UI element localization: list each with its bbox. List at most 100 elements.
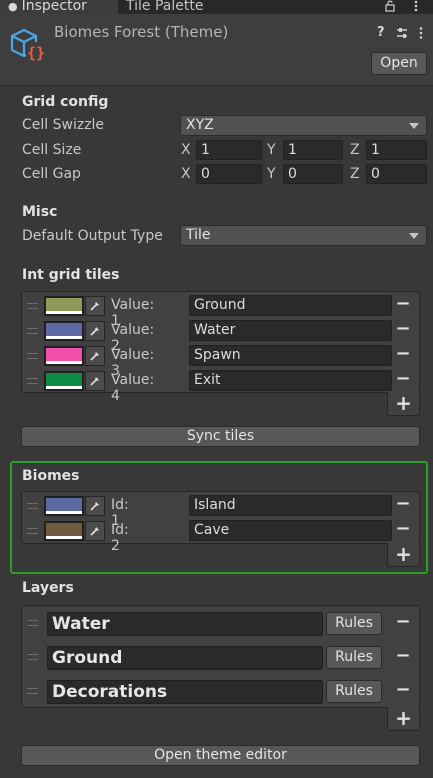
int-grid-tile-drag-handle-icon[interactable] [27, 303, 38, 309]
misc-title: Misc [22, 204, 58, 220]
cell-gap-x-field[interactable]: 0 [196, 164, 262, 184]
int-grid-tile-color-field[interactable] [44, 346, 84, 366]
biome-name-field[interactable]: Cave [189, 520, 392, 541]
layer-rules-button[interactable]: Rules [326, 646, 382, 669]
default-output-type-label: Default Output Type [22, 228, 163, 244]
biome-name-field[interactable]: Island [189, 495, 392, 516]
default-output-type-dropdown[interactable]: Tile [180, 225, 427, 246]
cell-gap-label: Cell Gap [22, 166, 81, 182]
eyedropper-icon[interactable] [85, 296, 105, 316]
cell-gap-y-label: Y [267, 166, 276, 182]
tab-tile-palette-label: Tile Palette [126, 0, 204, 14]
eyedropper-icon[interactable] [85, 321, 105, 341]
int-grid-tile-drag-handle-icon[interactable] [27, 328, 38, 334]
biome-color-field[interactable] [44, 496, 84, 516]
eyedropper-icon[interactable] [85, 371, 105, 391]
layer-drag-handle-icon[interactable] [27, 688, 38, 694]
eyedropper-icon[interactable] [85, 521, 105, 541]
int-grid-tile-color-swatch [46, 298, 82, 311]
asset-title: Biomes Forest (Theme) [54, 23, 229, 41]
cell-size-y-label: Y [267, 142, 276, 158]
layer-rules-button[interactable]: Rules [326, 680, 382, 703]
cell-size-z-label: Z [350, 142, 360, 158]
layer-name-field[interactable]: Decorations [47, 680, 323, 704]
int-grid-tile-name-field[interactable]: Ground [189, 295, 392, 316]
int-grid-tile-alpha-bar [46, 386, 82, 389]
int-grid-tile-remove-button[interactable]: − [395, 320, 411, 340]
chevron-down-icon [409, 123, 419, 129]
cell-swizzle-dropdown[interactable]: XYZ [180, 115, 427, 136]
layer-remove-button[interactable]: − [395, 681, 411, 701]
layer-name-field[interactable]: Ground [47, 646, 323, 670]
cell-size-label: Cell Size [22, 142, 82, 158]
int-grid-tile-name-field[interactable]: Exit [189, 370, 392, 391]
int-grid-tiles-add-button[interactable]: + [387, 392, 420, 416]
cell-swizzle-label: Cell Swizzle [22, 117, 105, 133]
chevron-down-icon [409, 233, 419, 239]
int-grid-tile-drag-handle-icon[interactable] [27, 353, 38, 359]
biome-alpha-bar [46, 536, 82, 539]
cell-size-y-field[interactable]: 1 [283, 140, 343, 160]
layer-remove-button[interactable]: − [395, 613, 411, 633]
int-grid-tile-color-field[interactable] [44, 321, 84, 341]
tab-tile-palette[interactable]: Tile Palette [118, 0, 248, 14]
int-grid-tile-alpha-bar [46, 336, 82, 339]
cell-gap-z-label: Z [350, 166, 360, 182]
int-grid-tile-name-field[interactable]: Spawn [189, 345, 392, 366]
cell-size-x-label: X [181, 142, 191, 158]
int-grid-tile-alpha-bar [46, 361, 82, 364]
biome-remove-button[interactable]: − [395, 495, 411, 515]
tab-inspector-label: Inspector [21, 0, 87, 14]
biomes-title: Biomes [22, 468, 80, 484]
kebab-menu-icon[interactable] [410, 0, 422, 12]
biome-alpha-bar [46, 511, 82, 514]
int-grid-tile-remove-button[interactable]: − [395, 295, 411, 315]
settings-menu-icon[interactable] [416, 26, 426, 40]
cell-size-x-field[interactable]: 1 [196, 140, 262, 160]
int-grid-tile-color-swatch [46, 323, 82, 336]
biome-drag-handle-icon[interactable] [27, 503, 38, 509]
theme-asset-icon: {} [8, 26, 48, 66]
int-grid-tile-color-field[interactable] [44, 371, 84, 391]
biome-remove-button[interactable]: − [395, 520, 411, 540]
int-grid-tile-alpha-bar [46, 311, 82, 314]
layer-drag-handle-icon[interactable] [27, 620, 38, 626]
sync-tiles-button[interactable]: Sync tiles [21, 426, 420, 447]
help-icon[interactable]: ? [377, 25, 389, 40]
biomes-add-button[interactable]: + [387, 543, 420, 567]
presets-icon[interactable] [395, 26, 409, 40]
layer-rules-button[interactable]: Rules [326, 612, 382, 635]
cell-gap-y-field[interactable]: 0 [283, 164, 343, 184]
eyedropper-icon[interactable] [85, 346, 105, 366]
svg-text:{}: {} [27, 44, 45, 62]
biome-color-swatch [46, 523, 82, 536]
open-button[interactable]: Open [371, 52, 427, 75]
int-grid-tile-color-swatch [46, 373, 82, 386]
open-theme-editor-button[interactable]: Open theme editor [21, 745, 420, 766]
layers-title: Layers [22, 580, 74, 596]
grid-config-title: Grid config [22, 94, 109, 110]
layers-add-button[interactable]: + [387, 707, 420, 731]
tab-inspector[interactable]: ● Inspector [0, 0, 118, 14]
eyedropper-icon[interactable] [85, 496, 105, 516]
int-grid-tile-color-field[interactable] [44, 296, 84, 316]
int-grid-tile-remove-button[interactable]: − [395, 345, 411, 365]
cell-size-z-field[interactable]: 1 [366, 140, 427, 160]
biome-color-field[interactable] [44, 521, 84, 541]
layer-drag-handle-icon[interactable] [27, 654, 38, 660]
cell-swizzle-value: XYZ [186, 117, 214, 133]
int-grid-tile-remove-button[interactable]: − [395, 370, 411, 390]
int-grid-tile-name-field[interactable]: Water [189, 320, 392, 341]
cell-gap-z-field[interactable]: 0 [366, 164, 427, 184]
info-icon: ● [8, 0, 18, 13]
biome-drag-handle-icon[interactable] [27, 528, 38, 534]
layer-remove-button[interactable]: − [395, 647, 411, 667]
int-grid-tiles-title: Int grid tiles [22, 267, 120, 283]
default-output-type-value: Tile [186, 227, 211, 243]
lock-icon[interactable] [384, 0, 396, 12]
layer-name-field[interactable]: Water [47, 612, 323, 636]
int-grid-tile-drag-handle-icon[interactable] [27, 378, 38, 384]
biome-color-swatch [46, 498, 82, 511]
int-grid-tile-color-swatch [46, 348, 82, 361]
int-grid-tile-label: Value: 4 [111, 372, 155, 404]
